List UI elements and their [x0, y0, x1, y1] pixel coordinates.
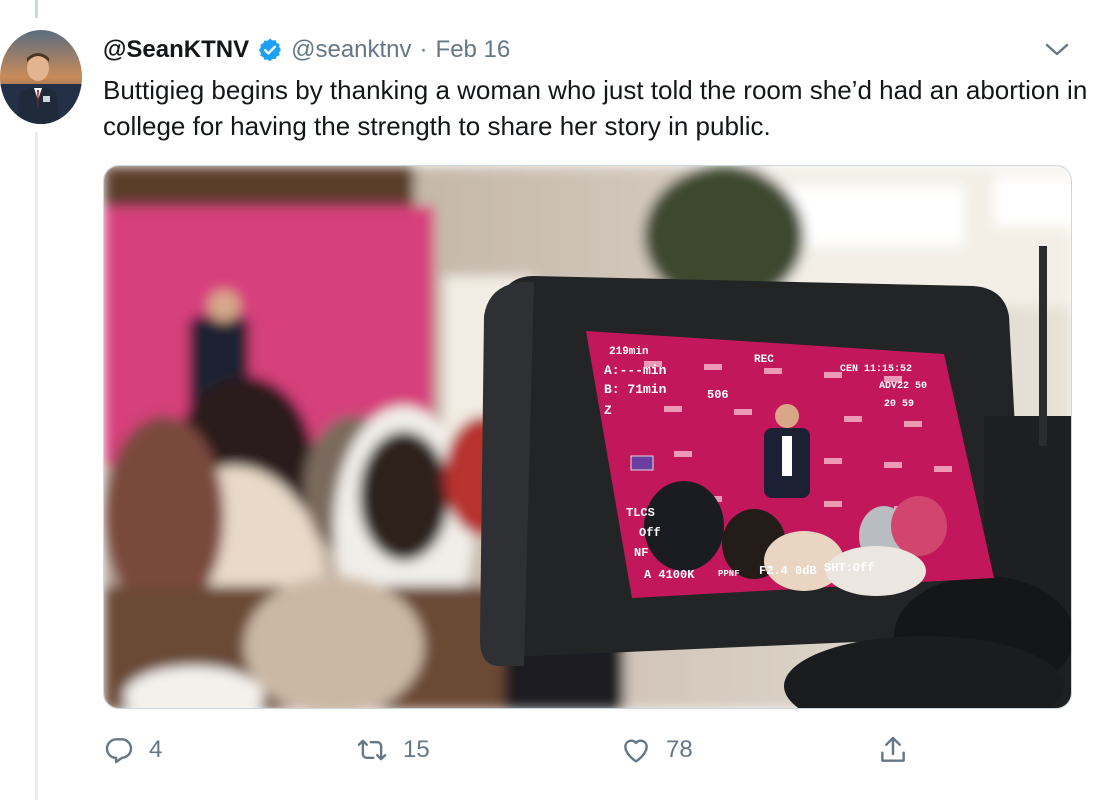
- avatar[interactable]: [0, 30, 82, 124]
- osd-nf: NF: [634, 546, 648, 560]
- heart-icon: [620, 734, 652, 766]
- tweet-date[interactable]: Feb 16: [436, 36, 511, 64]
- osd-off: Off: [639, 526, 661, 540]
- handle[interactable]: @seanktnv: [291, 36, 411, 64]
- osd-right-top: CEN 11:15:52: [840, 364, 912, 375]
- thread-line-top: [35, 0, 38, 18]
- osd-iris-gain: F2.4 0dB: [759, 564, 817, 578]
- retweet-icon: [355, 734, 389, 766]
- osd-top-left: 219min: [609, 346, 649, 358]
- retweet-button[interactable]: 15: [355, 730, 430, 770]
- photo-scene: REC 219min A:---min B: 71min Z 506 CEN 1…: [104, 166, 1071, 708]
- reply-button[interactable]: 4: [103, 730, 162, 770]
- osd-b-line: B: 71min: [604, 382, 667, 397]
- tweet-header: @SeanKTNV @seanktnv · Feb 16: [103, 34, 510, 66]
- thread-line: [35, 132, 38, 800]
- verified-badge-icon: [257, 37, 283, 63]
- osd-tlcs: TLCS: [626, 506, 655, 520]
- osd-bottom: A 4100K: [644, 568, 695, 582]
- osd-z-line: Z: [604, 403, 612, 418]
- osd-center-value: 506: [707, 388, 729, 402]
- share-button[interactable]: [877, 730, 909, 770]
- like-count: 78: [666, 736, 693, 763]
- osd-right-mid: ADV22 50: [879, 381, 927, 392]
- reply-count: 4: [149, 736, 163, 763]
- osd-a-line: A:---min: [604, 363, 667, 378]
- tweet-actions: 4 15 78: [103, 730, 923, 770]
- tweet-text: Buttigieg begins by thanking a woman who…: [103, 75, 1088, 141]
- osd-shutter: SHT:Off: [824, 561, 874, 575]
- more-options-chevron-down-icon[interactable]: [1042, 34, 1072, 64]
- like-button[interactable]: 78: [620, 730, 693, 770]
- display-name[interactable]: @SeanKTNV: [103, 36, 249, 64]
- separator: ·: [419, 36, 428, 63]
- avatar-image: [0, 30, 82, 124]
- share-icon: [877, 734, 909, 766]
- retweet-count: 15: [403, 736, 430, 763]
- osd-rec: REC: [754, 354, 774, 366]
- tweet-photo[interactable]: REC 219min A:---min B: 71min Z 506 CEN 1…: [103, 165, 1072, 709]
- osd-right-mid2: 20 59: [884, 399, 914, 410]
- reply-icon: [103, 734, 135, 766]
- osd-ppnf: PPNF: [718, 569, 740, 579]
